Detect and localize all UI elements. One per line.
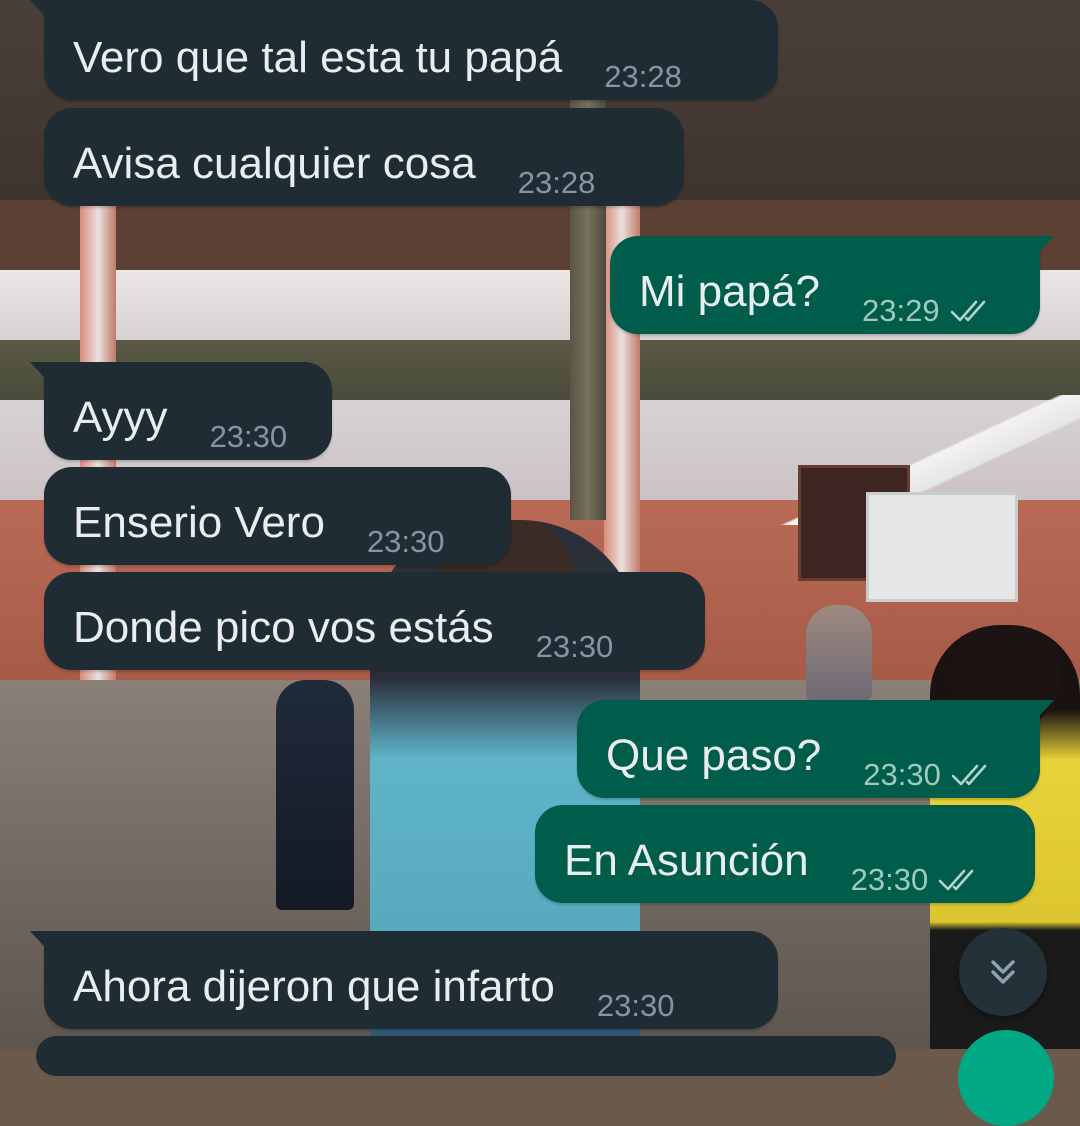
- bubble-tail: [1032, 700, 1054, 724]
- bubble-tail: [1032, 236, 1054, 260]
- message-text: En Asunción: [564, 836, 809, 885]
- message-time: 23:30: [596, 988, 675, 1023]
- message-text: Enserio Vero: [73, 498, 325, 547]
- message-bubble-outgoing[interactable]: Que paso? 23:30: [577, 700, 1054, 798]
- message-meta: 23:30: [851, 863, 983, 897]
- message-list[interactable]: Vero que tal esta tu papá 23:28 Avisa cu…: [0, 0, 1080, 1076]
- bubble-tail: [30, 0, 52, 24]
- message-time: 23:30: [535, 629, 614, 664]
- double-chevron-down-icon: [991, 960, 1015, 984]
- message-text: Ayyy: [73, 393, 168, 442]
- scroll-to-bottom-button[interactable]: [959, 928, 1047, 1016]
- message-text: Mi papá?: [639, 267, 821, 316]
- message-meta: 23:30: [597, 989, 675, 1023]
- read-ticks-icon: [950, 300, 985, 322]
- message-text: Que paso?: [606, 731, 822, 780]
- message-bubble-incoming[interactable]: Ayyy 23:30: [30, 362, 332, 460]
- read-ticks-icon: [938, 869, 974, 891]
- message-time: 23:30: [850, 862, 929, 897]
- message-time: 23:28: [604, 59, 682, 94]
- message-time: 23:30: [863, 757, 941, 792]
- message-meta: 23:28: [518, 166, 596, 200]
- message-text: Donde pico vos estás: [73, 603, 494, 652]
- message-bubble-outgoing[interactable]: Mi papá? 23:29: [610, 236, 1054, 334]
- message-time: 23:30: [209, 419, 288, 454]
- message-bubble-outgoing[interactable]: En Asunción 23:30: [535, 805, 1035, 903]
- read-ticks-icon: [951, 764, 987, 786]
- action-button-partial[interactable]: [958, 1030, 1054, 1126]
- message-bubble-incoming[interactable]: Vero que tal esta tu papá 23:28: [30, 0, 778, 100]
- message-bubble-incoming[interactable]: Ahora dijeron que infarto 23:30: [30, 931, 778, 1029]
- bubble-tail: [30, 362, 52, 386]
- message-bubble-incoming[interactable]: Avisa cualquier cosa 23:28: [44, 108, 684, 206]
- message-time: 23:29: [862, 293, 940, 328]
- message-meta: 23:30: [367, 525, 445, 559]
- message-meta: 23:30: [536, 630, 614, 664]
- message-text: Ahora dijeron que infarto: [73, 962, 555, 1011]
- message-meta: 23:29: [862, 294, 994, 328]
- message-time: 23:28: [517, 165, 596, 200]
- message-text: Avisa cualquier cosa: [73, 139, 476, 188]
- message-meta: 23:30: [210, 420, 288, 454]
- message-meta: 23:30: [863, 758, 995, 792]
- message-text: Vero que tal esta tu papá: [73, 33, 563, 82]
- message-meta: 23:28: [604, 60, 682, 94]
- message-time: 23:30: [366, 524, 445, 559]
- message-bubble-incoming-partial[interactable]: [36, 1036, 896, 1076]
- bubble-tail: [30, 931, 52, 955]
- message-bubble-incoming[interactable]: Donde pico vos estás 23:30: [44, 572, 705, 670]
- message-bubble-incoming[interactable]: Enserio Vero 23:30: [44, 467, 511, 565]
